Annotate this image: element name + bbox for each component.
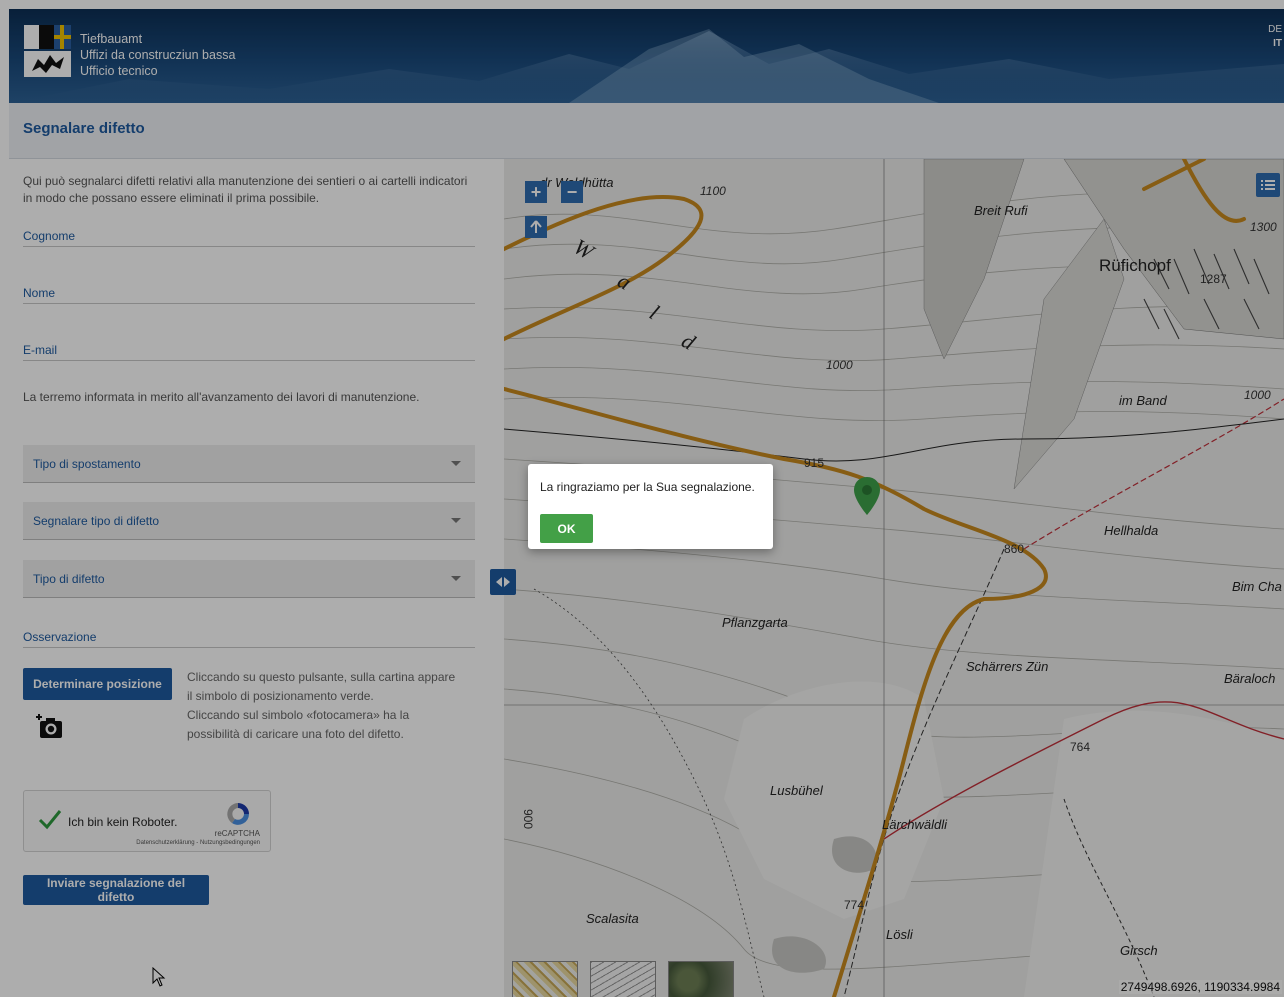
dialog-message: La ringraziamo per la Sua segnalazione.	[540, 480, 755, 494]
confirmation-dialog: La ringraziamo per la Sua segnalazione. …	[528, 464, 773, 549]
ok-button[interactable]: OK	[540, 514, 593, 543]
